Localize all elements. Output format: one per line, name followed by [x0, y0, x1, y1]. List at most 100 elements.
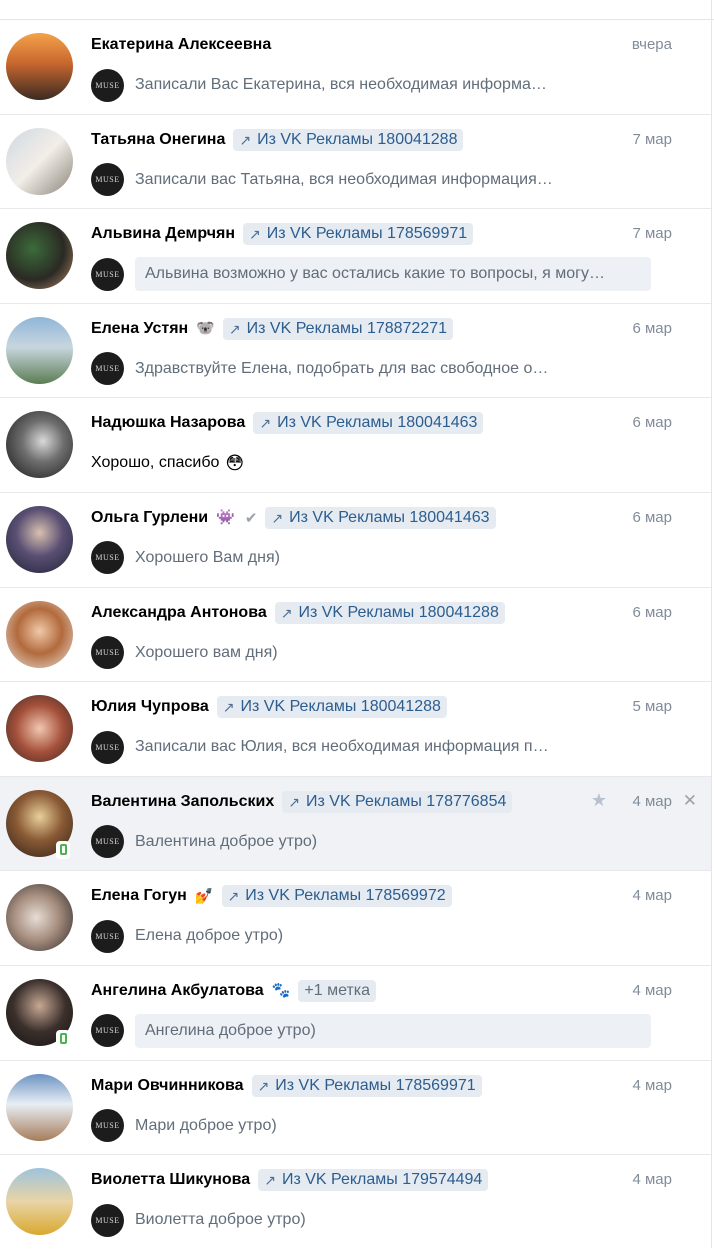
avatar[interactable]: [6, 222, 73, 290]
sender-avatar: MUSE: [91, 919, 124, 953]
avatar[interactable]: [6, 695, 73, 763]
arrow-up-right-icon: ↗: [259, 415, 272, 432]
arrow-up-right-icon: ↗: [288, 793, 300, 810]
dialog-date: 5 мар: [632, 698, 672, 716]
sender-avatar: MUSE: [91, 1203, 124, 1237]
dialog-date: 6 мар: [632, 319, 672, 337]
nail-polish-emoji-icon: 💅: [194, 887, 214, 905]
message-preview: Здравствуйте Елена, подобрать для вас св…: [135, 359, 549, 377]
message-preview: Валентина доброе утро): [135, 832, 318, 850]
avatar[interactable]: [6, 127, 73, 195]
dialog-date: 6 мар: [632, 508, 672, 526]
dialog-date: 6 мар: [632, 414, 672, 432]
message-preview: Хорошо, спасибо: [91, 454, 220, 472]
dialog-row[interactable]: Мари Овчинникова ↗ Из VK Рекламы 17856997…: [0, 1060, 711, 1156]
arrow-up-right-icon: ↗: [271, 509, 284, 526]
ad-source-tag[interactable]: ↗ Из VK Рекламы 180041288: [274, 601, 505, 624]
mobile-online-icon: [56, 1029, 70, 1048]
ad-source-tag[interactable]: ↗ Из VK Рекламы 180041463: [253, 412, 484, 435]
dialog-name[interactable]: Елена Гогун: [91, 887, 187, 905]
dialog-date: 4 мар: [632, 981, 672, 999]
dialog-name[interactable]: Надюшка Назарова: [91, 414, 245, 432]
dialog-list: Екатерина Алексеевна вчера MUSE Записали…: [0, 20, 711, 1250]
arrow-up-right-icon: ↗: [280, 604, 293, 621]
paw-prints-emoji-icon: 🐾: [271, 982, 291, 1000]
top-bar: [0, 0, 714, 20]
message-preview: Записали вас Татьяна, вся необходимая ин…: [135, 170, 553, 188]
avatar[interactable]: [6, 411, 73, 479]
close-icon[interactable]: ✕: [683, 791, 697, 811]
avatar[interactable]: [6, 1168, 73, 1236]
avatar[interactable]: [6, 316, 73, 384]
sender-avatar: MUSE: [91, 257, 124, 291]
sender-avatar: MUSE: [91, 825, 124, 859]
ad-source-tag[interactable]: ↗ Из VK Рекламы 180041288: [216, 696, 447, 719]
dialog-row[interactable]: Александра Антонова ↗ Из VK Рекламы 18004…: [0, 587, 711, 683]
koala-emoji-icon: 🐨: [196, 320, 215, 338]
dialog-row[interactable]: Ангелина Акбулатова 🐾 +1 метка 4 мар MUS…: [0, 965, 711, 1061]
dialog-name[interactable]: Виолетта Шикунова: [91, 1171, 250, 1189]
sender-avatar: MUSE: [91, 730, 124, 764]
arrow-up-right-icon: ↗: [222, 699, 235, 716]
dialog-row[interactable]: Екатерина Алексеевна вчера MUSE Записали…: [0, 20, 711, 115]
dialog-name[interactable]: Альвина Демрчян: [91, 225, 235, 243]
sender-avatar: MUSE: [91, 636, 124, 670]
dialog-row[interactable]: Татьяна Онегина ↗ Из VK Рекламы 180041288…: [0, 114, 711, 210]
ad-source-tag[interactable]: ↗ Из VK Рекламы 178569971: [251, 1074, 482, 1097]
message-preview-unread: Ангелина доброе утро): [135, 1013, 651, 1048]
dialog-date: 4 мар: [632, 792, 672, 810]
dialog-name[interactable]: Мари Овчинникова: [91, 1077, 244, 1095]
avatar[interactable]: [6, 884, 73, 952]
avatar[interactable]: [6, 600, 73, 668]
star-icon[interactable]: ★: [591, 790, 607, 811]
dialog-name[interactable]: Татьяна Онегина: [91, 131, 225, 149]
label-tag[interactable]: +1 метка: [298, 979, 377, 1002]
message-preview: Записали Вас Екатерина, вся необходимая …: [135, 76, 547, 93]
ad-source-tag[interactable]: ↗ Из VK Рекламы 178872271: [222, 317, 454, 340]
sender-avatar: MUSE: [91, 352, 124, 386]
dialog-row[interactable]: Юлия Чупрова ↗ Из VK Рекламы 180041288 5 …: [0, 682, 711, 777]
dialog-row[interactable]: Альвина Демрчян ↗ Из VK Рекламы 178569971…: [0, 209, 711, 304]
dialog-name[interactable]: Ангелина Акбулатова: [91, 982, 264, 1000]
message-preview: Мари доброе утро): [135, 1116, 277, 1134]
avatar[interactable]: [6, 1073, 73, 1141]
dialog-date: 7 мар: [632, 225, 672, 243]
ad-source-tag[interactable]: ↗ Из VK Рекламы 179574494: [258, 1169, 489, 1192]
ad-source-tag[interactable]: ↗ Из VK Рекламы 178776854: [282, 790, 513, 813]
ad-source-tag[interactable]: ↗ Из VK Рекламы 180041463: [265, 506, 496, 529]
message-preview: Виолетта доброе утро): [135, 1211, 306, 1229]
check-icon: ✔: [244, 509, 258, 527]
dialog-row[interactable]: Елена Гогун 💅 ↗ Из VK Рекламы 178569972 4…: [0, 871, 711, 966]
list-border: [711, 0, 712, 1248]
dialog-name[interactable]: Елена Устян: [91, 320, 188, 338]
dialog-row[interactable]: Елена Устян 🐨 ↗ Из VK Рекламы 178872271 6…: [0, 303, 711, 399]
dialog-date: вчера: [631, 36, 672, 53]
message-preview: Записали вас Юлия, вся необходимая инфор…: [135, 738, 549, 756]
sender-avatar: MUSE: [91, 1014, 124, 1048]
dialog-name[interactable]: Екатерина Алексеевна: [91, 36, 271, 54]
avatar[interactable]: [6, 505, 73, 573]
arrow-up-right-icon: ↗: [264, 1172, 276, 1189]
ad-source-tag[interactable]: ↗ Из VK Рекламы 178569971: [243, 223, 474, 246]
dialog-name[interactable]: Валентина Запольских: [91, 793, 274, 811]
dialog-date: 4 мар: [632, 1076, 672, 1094]
alien-monster-emoji-icon: 👾: [216, 509, 235, 527]
avatar[interactable]: [6, 33, 73, 100]
message-preview: Хорошего вам дня): [135, 643, 278, 661]
ad-source-tag[interactable]: ↗ Из VK Рекламы 178569972: [221, 885, 452, 908]
dialog-row[interactable]: Надюшка Назарова ↗ Из VK Рекламы 18004146…: [0, 398, 711, 493]
sender-avatar: MUSE: [91, 163, 124, 197]
dialog-name[interactable]: Александра Антонова: [91, 604, 267, 622]
dialog-row[interactable]: Ольга Гурлени 👾 ✔ ↗ Из VK Рекламы 1800414…: [0, 492, 711, 588]
dialog-name[interactable]: Ольга Гурлени: [91, 509, 208, 527]
dialog-row[interactable]: Виолетта Шикунова ↗ Из VK Рекламы 1795744…: [0, 1155, 711, 1250]
arrow-up-right-icon: ↗: [249, 226, 261, 243]
ad-source-tag[interactable]: ↗ Из VK Рекламы 180041288: [233, 128, 464, 151]
message-preview-unread: Альвина возможно у вас остались какие то…: [135, 257, 651, 292]
flushed-face-emoji-icon: 😳: [225, 453, 245, 474]
arrow-up-right-icon: ↗: [257, 1077, 270, 1094]
sender-avatar: MUSE: [91, 1109, 124, 1143]
dialog-row-selected[interactable]: Валентина Запольских ↗ Из VK Рекламы 1787…: [0, 776, 711, 872]
dialog-name[interactable]: Юлия Чупрова: [91, 698, 209, 716]
mobile-online-icon: [56, 840, 70, 859]
